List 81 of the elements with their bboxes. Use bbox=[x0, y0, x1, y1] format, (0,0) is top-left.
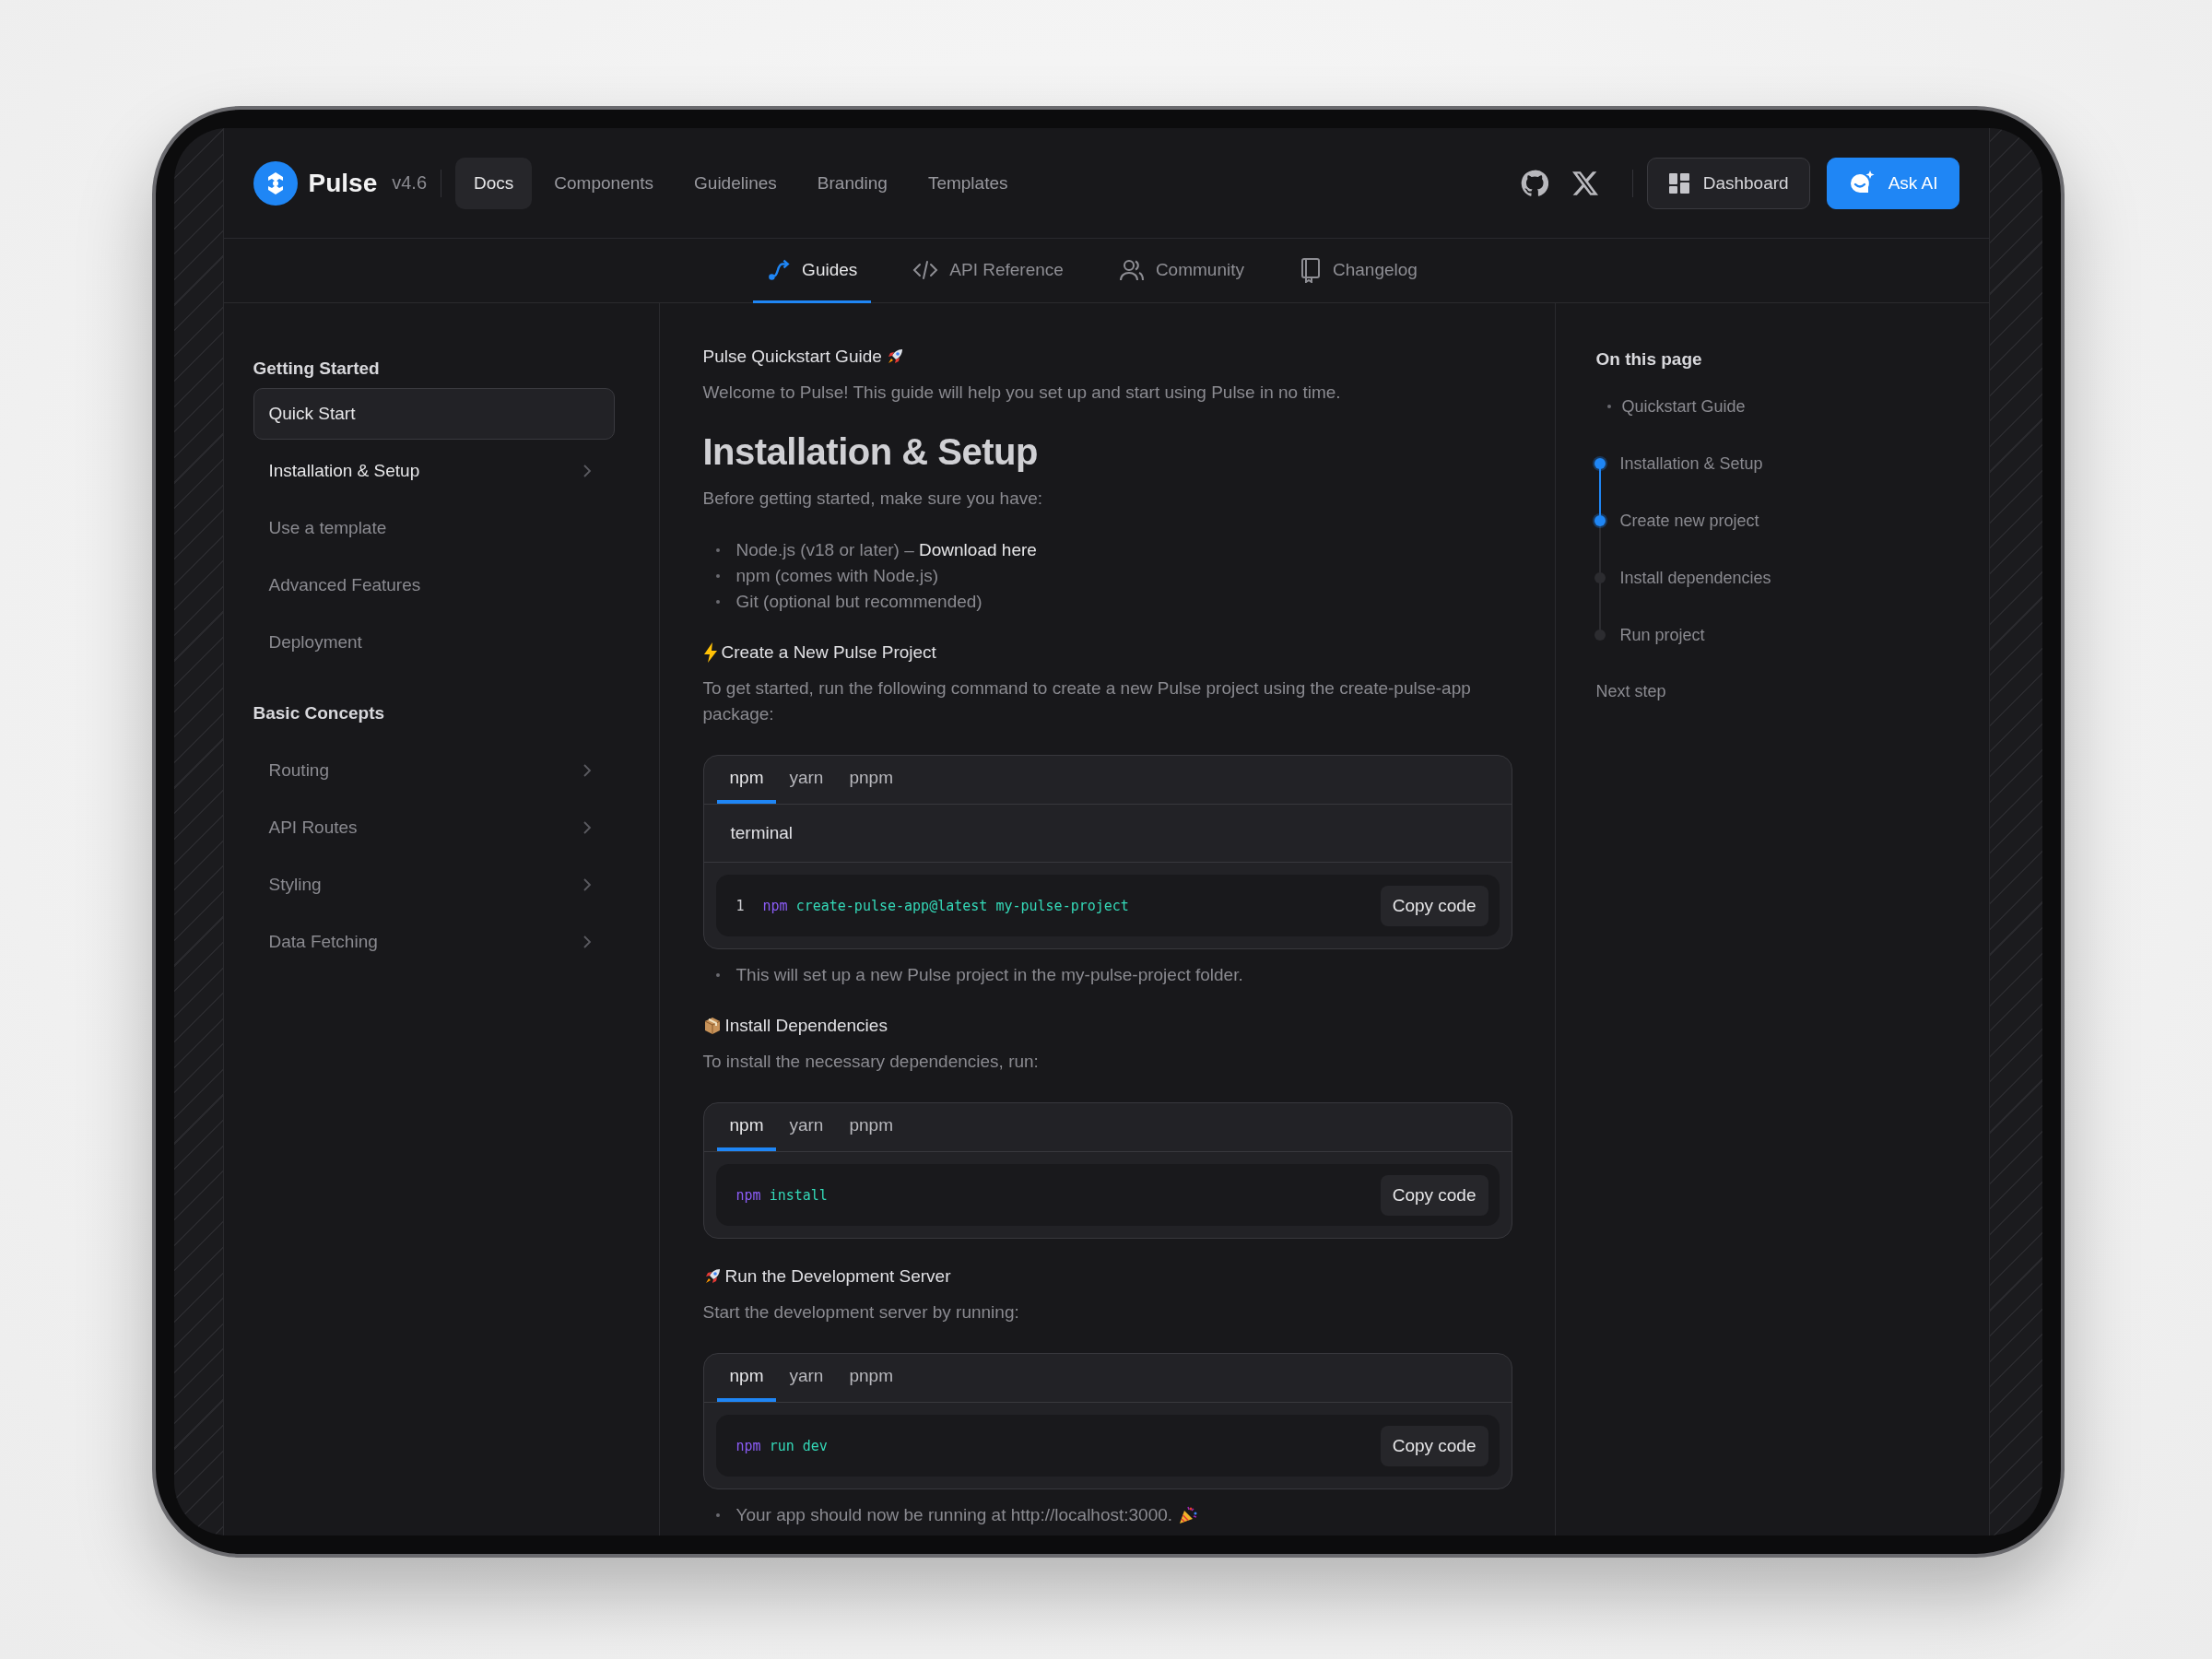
bullet-dot bbox=[715, 548, 720, 552]
download-link[interactable]: Download here bbox=[919, 540, 1037, 559]
sidebar-item[interactable]: Quick Start bbox=[253, 388, 615, 440]
paragraph: To install the necessary dependencies, run: bbox=[702, 1051, 1040, 1073]
package-icon bbox=[702, 1017, 722, 1035]
package-manager-tab[interactable]: npm bbox=[716, 756, 777, 804]
brand-name[interactable]: Pulse bbox=[308, 168, 378, 198]
nav-link[interactable]: Docs bbox=[455, 157, 533, 209]
nav-link[interactable]: Templates bbox=[909, 157, 1027, 209]
version-label: v4.6 bbox=[392, 172, 427, 194]
users-icon bbox=[1118, 257, 1145, 282]
toc-link[interactable]: Installation & Setup bbox=[1619, 453, 1763, 474]
code-line: npm install bbox=[735, 1186, 829, 1204]
party-popper-icon bbox=[1178, 1505, 1199, 1525]
bullet-dot bbox=[715, 574, 720, 578]
sidebar-item[interactable]: API Routes bbox=[253, 802, 615, 853]
paragraph: To get started, run the following command to create a new Pulse project using the create-pulse-app package: bbox=[702, 677, 1472, 725]
ask-ai-button[interactable]: Ask AI bbox=[1826, 157, 1959, 209]
sidebar-item[interactable]: Installation & Setup bbox=[253, 445, 615, 497]
package-manager-tab[interactable]: yarn bbox=[776, 1354, 837, 1402]
package-manager-tab[interactable]: npm bbox=[716, 1103, 777, 1151]
bullet-dot bbox=[715, 1513, 720, 1517]
code-line: npm run dev bbox=[735, 1437, 829, 1454]
list-item-text: Node.js (v18 or later) – Download here bbox=[735, 539, 1037, 561]
toc-link[interactable]: Install dependencies bbox=[1619, 568, 1771, 588]
sidebar-item[interactable]: Deployment bbox=[253, 617, 615, 668]
copy-code-button[interactable]: Copy code bbox=[1380, 885, 1488, 926]
section-heading: Install Dependencies bbox=[724, 1016, 888, 1036]
list-item-text: This will set up a new Pulse project in the my-pulse-project folder. bbox=[735, 964, 1243, 986]
package-manager-tab[interactable]: pnpm bbox=[836, 756, 906, 804]
list-item-text: npm (comes with Node.js) bbox=[735, 565, 939, 587]
lightning-icon bbox=[702, 642, 718, 663]
intro-text: Welcome to Pulse! This guide will help you set up and start using Pulse in no time. bbox=[702, 382, 1342, 404]
copy-code-button[interactable]: Copy code bbox=[1380, 1425, 1488, 1466]
sidebar-item[interactable]: Routing bbox=[253, 745, 615, 796]
dashboard-icon bbox=[1667, 171, 1690, 194]
nav-link[interactable]: Components bbox=[535, 157, 673, 209]
bullet-dot bbox=[715, 600, 720, 604]
guide-label: Pulse Quickstart Guide bbox=[702, 347, 882, 367]
route-icon bbox=[767, 257, 792, 282]
toc-heading: On this page bbox=[1595, 349, 1703, 370]
sidebar-item[interactable]: Data Fetching bbox=[253, 916, 615, 968]
nav-link[interactable]: Guidelines bbox=[676, 157, 795, 209]
dashboard-button[interactable]: Dashboard bbox=[1646, 157, 1810, 209]
bullet-dot bbox=[1606, 405, 1611, 408]
toc-link[interactable]: Quickstart Guide bbox=[1621, 396, 1746, 417]
x-logo-icon[interactable] bbox=[1571, 171, 1598, 195]
package-manager-tab[interactable]: npm bbox=[716, 1354, 777, 1402]
package-manager-tab[interactable]: yarn bbox=[776, 756, 837, 804]
paragraph: Before getting started, make sure you have: bbox=[702, 488, 1044, 510]
copy-code-button[interactable]: Copy code bbox=[1380, 1174, 1488, 1216]
section-heading: Create a New Pulse Project bbox=[721, 642, 936, 663]
paragraph: Start the development server by running: bbox=[702, 1301, 1020, 1324]
list-item-text: Your app should now be running at http://localhost:3000. bbox=[735, 1504, 1173, 1526]
toc-link[interactable]: Run project bbox=[1619, 625, 1705, 645]
sidebar-heading: Getting Started bbox=[253, 358, 381, 380]
list-item-text: Git (optional but recommended) bbox=[735, 591, 982, 613]
section-tab[interactable]: Changelog bbox=[1285, 239, 1431, 303]
file-label: terminal bbox=[703, 805, 1512, 863]
sidebar-item[interactable]: Advanced Features bbox=[253, 559, 615, 611]
package-manager-tab[interactable]: yarn bbox=[776, 1103, 837, 1151]
toc-link[interactable]: Create new project bbox=[1619, 511, 1759, 531]
package-manager-tab[interactable]: pnpm bbox=[836, 1103, 906, 1151]
bullet-dot bbox=[715, 973, 720, 977]
logo-icon bbox=[253, 160, 298, 206]
package-manager-tab[interactable]: pnpm bbox=[836, 1354, 906, 1402]
book-icon bbox=[1299, 256, 1322, 283]
section-tab[interactable]: Guides bbox=[753, 239, 872, 303]
section-tab[interactable]: API Reference bbox=[899, 239, 1077, 303]
line-number: 1 bbox=[735, 897, 745, 914]
code-line: npm create-pulse-app@latest my-pulse-project bbox=[762, 897, 1130, 914]
sidebar-heading: Basic Concepts bbox=[253, 702, 386, 724]
section-tab[interactable]: Community bbox=[1104, 239, 1258, 303]
page-title: Installation & Setup bbox=[702, 431, 1039, 473]
next-step-link[interactable]: Next step bbox=[1595, 682, 1989, 701]
nav-link[interactable]: Branding bbox=[798, 157, 906, 209]
sidebar-item[interactable]: Use a template bbox=[253, 502, 615, 554]
github-icon[interactable] bbox=[1520, 169, 1548, 197]
section-heading: Run the Development Server bbox=[724, 1266, 951, 1287]
sidebar-item[interactable]: Styling bbox=[253, 859, 615, 911]
code-icon bbox=[912, 258, 939, 281]
